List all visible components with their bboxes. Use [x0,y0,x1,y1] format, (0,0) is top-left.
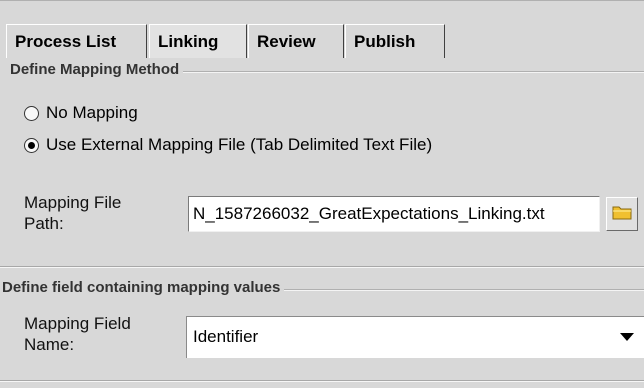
tab-bar: Process List Linking Review Publish [0,24,644,58]
mapping-field-title: Define field containing mapping values [2,279,285,296]
mapping-field-name-label: Mapping Field Name: [24,314,131,354]
tab-review[interactable]: Review [248,24,344,58]
section-separator-highlight [0,267,644,268]
radio-button[interactable] [24,105,39,121]
folder-icon [612,204,632,225]
tab-label: Linking [158,32,219,51]
external-mapping-radio[interactable]: Use External Mapping File (Tab Delimited… [24,134,432,156]
tab-label: Publish [354,32,416,51]
tab-linking[interactable]: Linking [149,24,247,58]
tab-publish[interactable]: Publish [345,24,445,58]
mapping-file-path-field[interactable]: N_1587266032_GreatExpectations_Linking.t… [188,196,600,232]
no-mapping-radio[interactable]: No Mapping [24,102,138,124]
section-separator-highlight [0,381,644,382]
top-border [0,0,644,1]
mapping-file-path-label: Mapping File Path: [24,193,122,233]
tab-label: Process List [15,32,117,51]
tab-label: Review [257,32,316,51]
tab-process-list[interactable]: Process List [6,24,147,58]
mapping-method-title: Define Mapping Method [10,61,184,78]
dropdown-selected-value: Identifier [193,327,259,346]
mapping-field-dropdown[interactable]: Identifier [186,316,644,358]
radio-label: Use External Mapping File (Tab Delimited… [46,135,433,154]
radio-label: No Mapping [46,103,138,122]
browse-file-button[interactable] [606,197,638,231]
chevron-down-icon[interactable] [620,333,634,341]
radio-button[interactable] [24,137,39,153]
